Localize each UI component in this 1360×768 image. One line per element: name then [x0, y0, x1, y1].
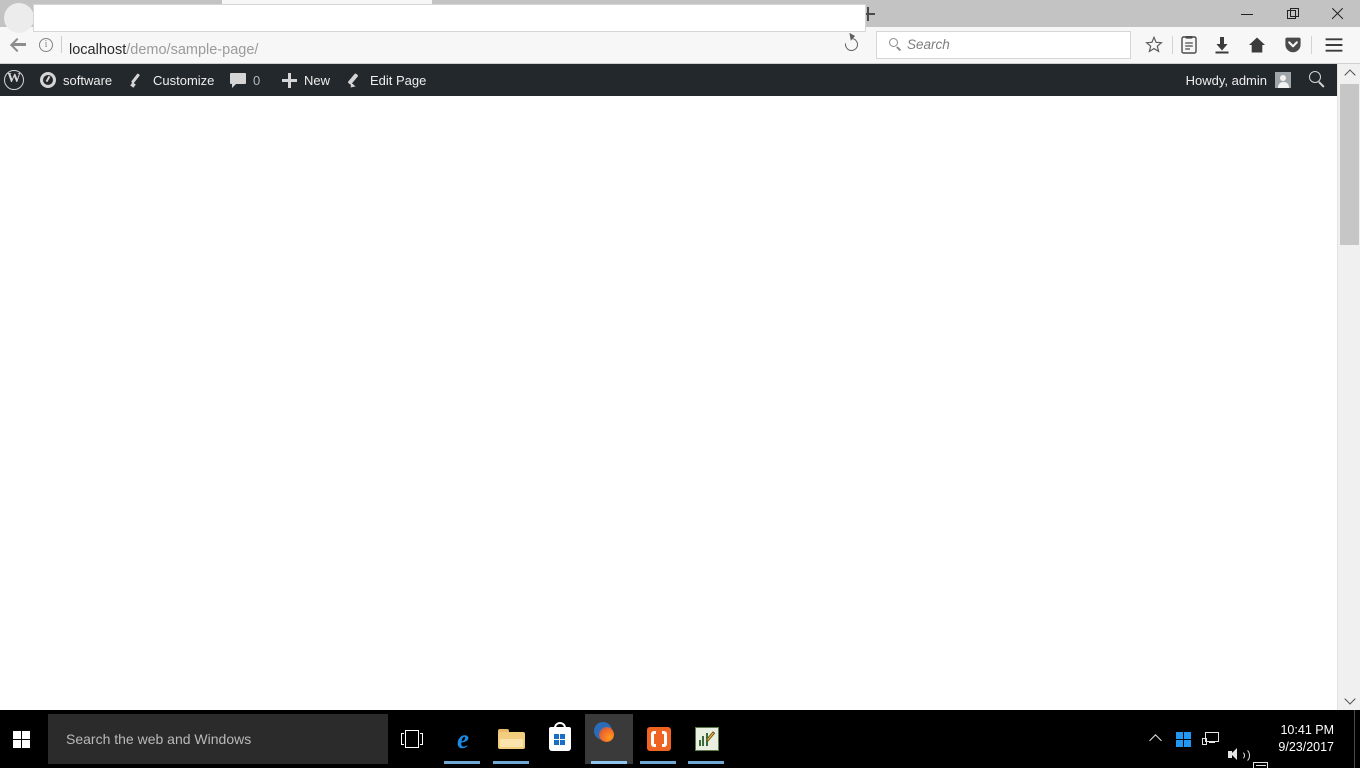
windows-taskbar: Search the web and Windows e 10:41 PM 9/…	[0, 710, 1360, 768]
library-icon[interactable]	[1175, 31, 1203, 59]
window-controls	[1225, 0, 1360, 27]
microsoft-store-icon	[549, 722, 571, 751]
running-indicator	[444, 761, 480, 764]
show-hidden-icons-chevron[interactable]	[1149, 733, 1162, 747]
scroll-down-button[interactable]	[1338, 690, 1360, 710]
running-indicator	[688, 761, 724, 764]
clock-time: 10:41 PM	[1280, 723, 1334, 737]
volume-icon[interactable]	[1228, 747, 1250, 763]
toolbar-divider	[1311, 36, 1312, 54]
taskbar-app-notepad-plus-plus[interactable]	[682, 714, 730, 764]
admin-bar-search-icon[interactable]	[1309, 71, 1327, 89]
search-icon	[889, 38, 901, 51]
taskbar-task-view-button[interactable]	[388, 714, 436, 764]
bookmark-star-icon[interactable]	[1140, 31, 1168, 59]
back-arrow-icon	[11, 37, 27, 51]
microsoft-edge-icon: e	[457, 724, 469, 754]
running-indicator	[640, 761, 676, 764]
edit-page-label: Edit Page	[370, 72, 427, 88]
system-tray: 10:41 PM 9/23/2017	[1140, 710, 1360, 768]
address-host: localhost	[69, 42, 127, 58]
screen: Pages ‹ software — WordPre Sample Page –…	[0, 0, 1360, 768]
windows-security-icon[interactable]	[1176, 732, 1191, 747]
reload-icon	[842, 35, 861, 54]
dashboard-icon	[40, 72, 56, 88]
comments-count: 0	[253, 72, 261, 88]
plus-icon	[282, 72, 297, 88]
pencil-icon	[347, 72, 363, 88]
new-label: New	[304, 72, 331, 88]
page-info-icon[interactable]: i	[39, 38, 53, 52]
running-indicator	[591, 761, 627, 764]
scrollbar-thumb[interactable]	[1340, 84, 1359, 245]
menu-hamburger-icon[interactable]	[1320, 31, 1348, 59]
customize-label: Customize	[153, 72, 215, 88]
taskbar-app-mozilla-firefox[interactable]	[585, 714, 633, 764]
search-placeholder: Search	[907, 37, 950, 52]
back-button[interactable]	[4, 3, 34, 33]
close-window-button[interactable]	[1315, 0, 1360, 27]
running-indicator	[493, 761, 529, 764]
address-divider	[61, 36, 62, 53]
notepad-plus-plus-icon	[695, 727, 719, 751]
admin-bar-site-name[interactable]: software	[40, 64, 112, 96]
action-center-icon[interactable]	[1253, 761, 1271, 768]
admin-bar-edit-page[interactable]: Edit Page	[347, 64, 426, 96]
address-bar-text: localhost/demo/sample-page/	[69, 36, 258, 64]
wordpress-admin-bar: W software Customize 0 New Edit Page How…	[0, 64, 1337, 96]
scroll-up-button[interactable]	[1338, 64, 1360, 84]
wordpress-logo-icon: W	[4, 70, 24, 90]
minimize-button[interactable]	[1225, 0, 1270, 27]
xampp-icon	[647, 727, 671, 751]
home-icon[interactable]	[1243, 31, 1271, 59]
taskbar-app-xampp-control-panel[interactable]	[634, 714, 682, 764]
taskbar-search-placeholder: Search the web and Windows	[66, 731, 252, 747]
firefox-window: Pages ‹ software — WordPre Sample Page –…	[0, 0, 1360, 710]
taskbar-clock[interactable]: 10:41 PM 9/23/2017	[1278, 710, 1334, 768]
taskbar-app-microsoft-edge[interactable]: e	[438, 714, 486, 764]
show-desktop-button[interactable]	[1354, 710, 1360, 768]
howdy-label: Howdy, admin	[1185, 72, 1267, 88]
address-path: /demo/sample-page/	[126, 42, 259, 58]
toolbar-divider	[1172, 36, 1173, 54]
taskbar-app-file-explorer[interactable]	[487, 714, 535, 764]
vertical-scrollbar[interactable]	[1337, 64, 1360, 710]
pocket-icon[interactable]	[1279, 31, 1307, 59]
site-name-label: software	[63, 72, 113, 88]
wp-logo-menu[interactable]: W	[4, 64, 31, 96]
address-bar[interactable]	[33, 4, 866, 32]
file-explorer-icon	[498, 729, 525, 749]
downloads-icon[interactable]	[1208, 31, 1236, 59]
admin-bar-my-account[interactable]: Howdy, admin	[1186, 64, 1291, 96]
taskbar-search-box[interactable]: Search the web and Windows	[48, 714, 388, 764]
reload-button[interactable]	[838, 31, 866, 59]
avatar	[1275, 72, 1291, 88]
maximize-restore-button[interactable]	[1270, 0, 1315, 27]
clock-date: 9/23/2017	[1278, 740, 1334, 754]
page-content-area	[0, 96, 1337, 710]
admin-bar-customize[interactable]: Customize	[130, 64, 214, 96]
comment-bubble-icon	[230, 73, 246, 88]
windows-logo-icon	[13, 731, 30, 748]
paintbrush-icon	[130, 72, 146, 88]
network-icon[interactable]	[1202, 732, 1219, 747]
task-view-icon	[401, 730, 423, 748]
admin-bar-new[interactable]: New	[282, 64, 330, 96]
taskbar-app-microsoft-store[interactable]	[535, 714, 583, 764]
start-button[interactable]	[0, 710, 48, 768]
admin-bar-comments[interactable]: 0	[230, 64, 260, 96]
